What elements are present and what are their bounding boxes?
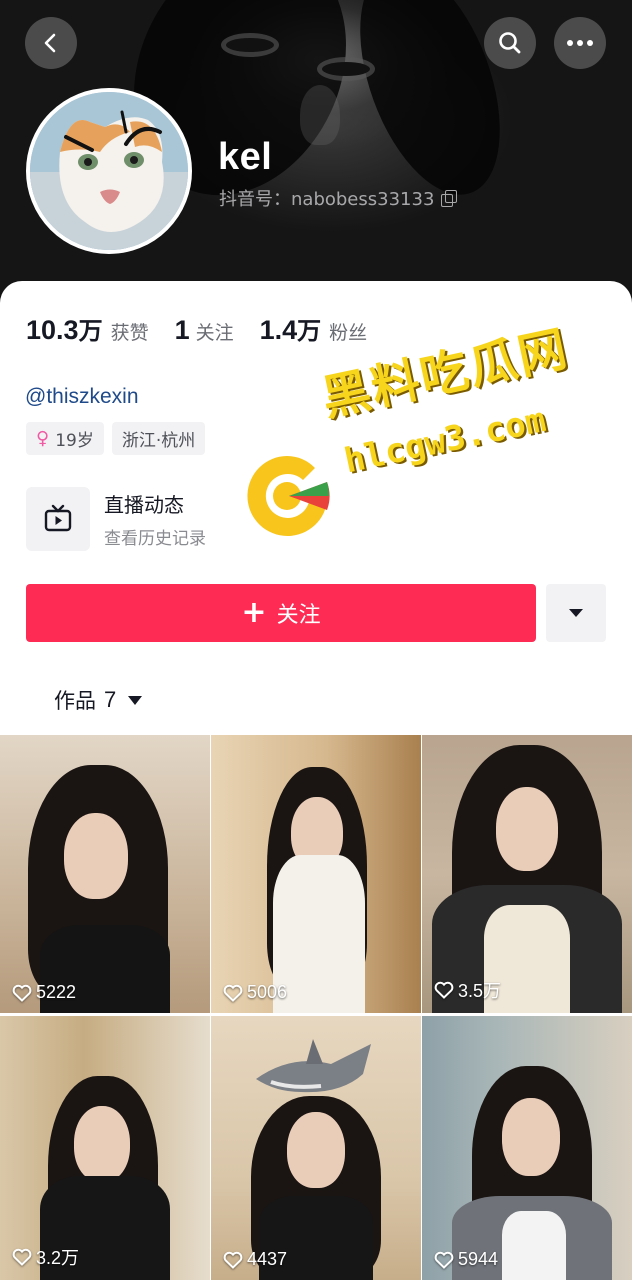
works-count: 7 — [104, 687, 117, 712]
more-options-button[interactable] — [554, 17, 606, 69]
stat-likes: 10.3 万 获赞 — [26, 311, 149, 346]
heart-icon — [12, 1248, 32, 1266]
stat-value: 1.4 — [259, 315, 298, 345]
video-likes: 3.5万 — [434, 977, 501, 1003]
video-thumbnail[interactable]: 5222 — [0, 735, 210, 1013]
douyin-id[interactable]: 抖音号：nabobess33133 — [219, 185, 458, 211]
profile-name: kel — [218, 136, 273, 178]
works-tab-label: 作品 — [54, 689, 96, 713]
video-thumbnail[interactable]: 3.2万 — [0, 1016, 210, 1280]
thumbnail-face — [74, 1106, 130, 1182]
plus-icon: + — [241, 595, 267, 630]
cover-eye — [322, 62, 370, 76]
cover-eye — [226, 38, 274, 52]
stat-label: 获赞 — [110, 322, 149, 344]
follow-button-label: 关注 — [276, 603, 321, 628]
live-tv-icon — [44, 504, 72, 532]
likes-count: 5944 — [458, 1249, 499, 1269]
location-tag: 浙江·杭州 — [111, 422, 206, 455]
watermark-logo — [247, 456, 330, 536]
video-thumbnail[interactable]: 5006 — [211, 735, 421, 1013]
location-text: 浙江·杭州 — [121, 431, 196, 451]
thumbnail-top — [502, 1211, 566, 1280]
cover-face-detail — [300, 85, 340, 145]
follow-button[interactable]: + 关注 — [26, 584, 536, 642]
chevron-left-icon — [44, 33, 56, 53]
copy-icon[interactable] — [440, 190, 458, 207]
age-text: 19岁 — [55, 431, 94, 451]
stats-row: 10.3 万 获赞 1 关注 1.4 万 粉丝 — [26, 311, 393, 346]
video-likes: 3.2万 — [12, 1244, 79, 1270]
search-button[interactable] — [484, 17, 536, 69]
back-button[interactable] — [25, 17, 77, 69]
live-history-entry[interactable]: 直播动态 查看历史记录 — [26, 487, 206, 551]
live-icon-box — [26, 487, 90, 551]
tab-works[interactable]: 作品 7 — [54, 685, 143, 715]
likes-count: 5222 — [36, 982, 77, 1002]
more-dots-icon — [567, 40, 593, 46]
likes-count: 4437 — [247, 1249, 288, 1269]
video-likes: 4437 — [223, 1249, 287, 1270]
video-likes: 5006 — [223, 982, 287, 1003]
likes-count: 5006 — [247, 982, 288, 1002]
heart-icon — [223, 1251, 243, 1269]
live-subtitle: 查看历史记录 — [104, 529, 206, 549]
likes-count: 3.2万 — [36, 1248, 80, 1268]
live-title: 直播动态 — [104, 493, 184, 517]
thumbnail-face — [496, 787, 558, 871]
video-likes: 5944 — [434, 1249, 498, 1270]
stat-label: 粉丝 — [329, 322, 368, 344]
stat-value: 10.3 — [26, 315, 79, 345]
triangle-down-icon — [569, 609, 583, 617]
search-icon — [499, 32, 521, 54]
cat-avatar-image — [30, 92, 188, 250]
stat-value: 1 — [174, 315, 190, 345]
thumbnail-face — [502, 1098, 560, 1176]
sort-triangle-icon[interactable] — [128, 695, 143, 705]
stat-following[interactable]: 1 关注 — [175, 315, 234, 346]
video-grid: 5222 5006 3.5万 3.2万 4437 5944 — [0, 735, 632, 1280]
video-thumbnail[interactable]: 3.5万 — [422, 735, 632, 1013]
heart-icon — [223, 984, 243, 1002]
stat-unit: 万 — [297, 317, 322, 345]
stat-followers[interactable]: 1.4 万 粉丝 — [260, 311, 368, 346]
avatar[interactable] — [26, 88, 192, 254]
heart-icon — [434, 981, 454, 999]
heart-icon — [434, 1251, 454, 1269]
shark-sticker-image — [256, 1039, 371, 1093]
female-icon: ♀ — [36, 428, 50, 449]
stat-label: 关注 — [195, 322, 234, 344]
bio-handle-link[interactable]: @thiszkexin — [25, 385, 139, 409]
age-tag: ♀ 19岁 — [26, 422, 104, 455]
follow-options-dropdown[interactable] — [546, 584, 606, 642]
thumbnail-face — [64, 813, 128, 899]
profile-tags: ♀ 19岁 浙江·杭州 — [26, 422, 206, 455]
douyin-id-text: 抖音号：nabobess33133 — [219, 189, 435, 210]
likes-count: 3.5万 — [458, 981, 502, 1001]
video-likes: 5222 — [12, 982, 76, 1003]
heart-icon — [12, 984, 32, 1002]
thumbnail-face — [287, 1112, 345, 1188]
stat-unit: 万 — [78, 317, 103, 345]
video-thumbnail[interactable]: 5944 — [422, 1016, 632, 1280]
live-text: 直播动态 查看历史记录 — [104, 489, 206, 549]
video-thumbnail[interactable]: 4437 — [211, 1016, 421, 1280]
